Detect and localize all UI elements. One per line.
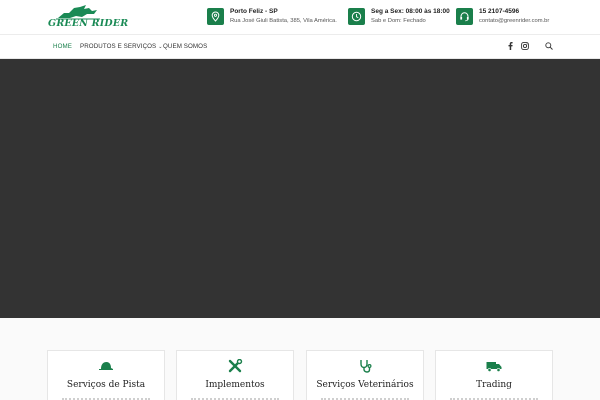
service-title: Serviços de Pista xyxy=(66,380,146,390)
instagram-icon[interactable] xyxy=(520,42,530,52)
location-title: Porto Feliz - SP xyxy=(230,8,278,15)
chevron-down-icon: ⌄ xyxy=(158,44,163,50)
contact-email[interactable]: contato@greenrider.com.br xyxy=(479,18,549,24)
headset-icon xyxy=(456,8,473,25)
service-card-veterinarios[interactable]: Serviços Veterinários xyxy=(306,350,424,400)
services-section: Serviços de Pista Implementos Serviços V… xyxy=(0,318,600,400)
clock-icon xyxy=(348,8,365,25)
top-header: GREEN RIDER Porto Feliz - SP Rua José Gi… xyxy=(0,0,600,34)
service-card-pista[interactable]: Serviços de Pista xyxy=(47,350,165,400)
service-title: Implementos xyxy=(205,380,265,390)
main-nav: HOME PRODUTOS E SERVIÇOS ⌄ QUEM SOMOS xyxy=(0,34,600,59)
service-title: Serviços Veterinários xyxy=(316,380,414,390)
location-address: Rua José Giuli Batista, 385, Vila Améric… xyxy=(230,18,337,24)
service-title: Trading xyxy=(476,380,512,390)
nav-item-produtos-e-servicos[interactable]: PRODUTOS E SERVIÇOS ⌄ xyxy=(80,43,163,50)
service-card-trading[interactable]: Trading xyxy=(435,350,553,400)
nav-item-home[interactable]: HOME xyxy=(53,43,72,50)
facebook-icon[interactable] xyxy=(505,42,515,52)
contact-phone[interactable]: 15 2107-4596 xyxy=(479,8,519,15)
map-pin-icon xyxy=(207,8,224,25)
nav-item-label: PRODUTOS E SERVIÇOS xyxy=(80,43,157,50)
nav-item-quem-somos[interactable]: QUEM SOMOS xyxy=(163,43,207,50)
tools-icon xyxy=(227,358,243,373)
riding-hat-icon xyxy=(98,359,114,373)
stethoscope-icon xyxy=(357,359,373,373)
hours-weekend: Sab e Dom: Fechado xyxy=(371,18,426,24)
search-icon[interactable] xyxy=(544,42,554,52)
hero-slider xyxy=(0,59,600,318)
service-card-implementos[interactable]: Implementos xyxy=(176,350,294,400)
hours-weekdays: Seg a Sex: 08:00 às 18:00 xyxy=(371,8,450,15)
green-rider-logo[interactable]: GREEN RIDER xyxy=(48,4,128,32)
truck-icon xyxy=(486,359,502,373)
